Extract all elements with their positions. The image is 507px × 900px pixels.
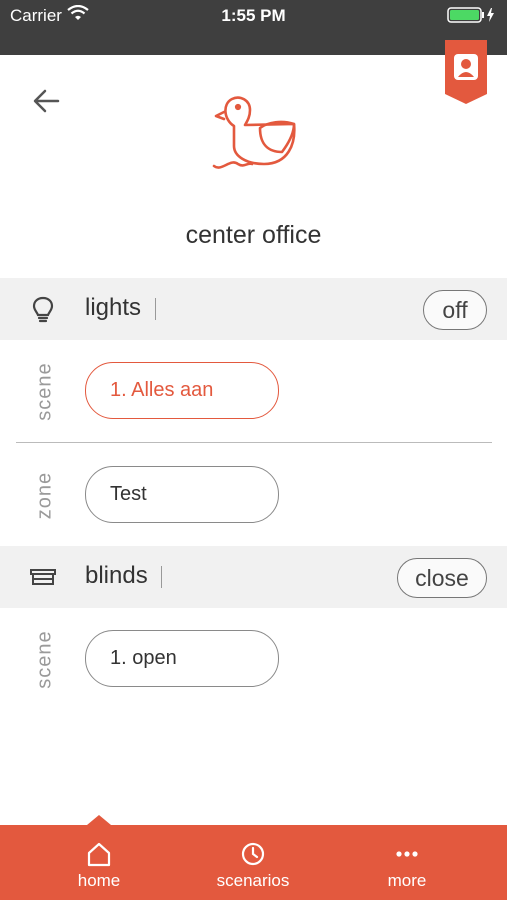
- back-arrow-icon[interactable]: [30, 84, 64, 118]
- lights-separator: [155, 298, 156, 320]
- blinds-close-button[interactable]: close: [397, 558, 487, 598]
- lights-scene-label: scene: [33, 362, 56, 421]
- lights-section-header: lights off: [0, 278, 507, 340]
- tab-scenarios[interactable]: scenarios: [183, 825, 323, 900]
- bird-icon: [208, 92, 300, 178]
- divider: [16, 442, 492, 443]
- tab-more-label: more: [387, 871, 427, 890]
- lightbulb-icon: [28, 294, 58, 324]
- blinds-scene-button[interactable]: 1. open: [85, 630, 279, 687]
- blinds-separator: [161, 566, 162, 588]
- tab-bar: home scenarios more: [0, 815, 507, 900]
- tab-scenarios-label: scenarios: [216, 871, 290, 890]
- status-bar: Carrier 1:55 PM: [0, 0, 507, 55]
- profile-badge-button[interactable]: [445, 40, 487, 104]
- blinds-section-header: blinds close: [0, 546, 507, 608]
- lights-zone-label: zone: [33, 471, 56, 520]
- blinds-icon: [28, 562, 58, 592]
- tab-more[interactable]: more: [337, 825, 477, 900]
- more-icon: [394, 841, 420, 872]
- tab-indicator: [87, 815, 111, 825]
- home-icon: [86, 841, 112, 872]
- lights-label: lights: [85, 294, 142, 321]
- lights-scene-button[interactable]: 1. Alles aan: [85, 362, 279, 419]
- tab-home[interactable]: home: [29, 825, 169, 900]
- battery-icon: [447, 6, 497, 29]
- clock-icon: [240, 841, 266, 872]
- blinds-label: blinds: [85, 562, 148, 589]
- blinds-scene-label: scene: [33, 630, 56, 689]
- room-title: center office: [185, 221, 322, 249]
- lights-off-button[interactable]: off: [423, 290, 487, 330]
- lights-zone-button[interactable]: Test: [85, 466, 279, 523]
- tab-home-label: home: [77, 871, 121, 890]
- status-time: 1:55 PM: [221, 6, 286, 25]
